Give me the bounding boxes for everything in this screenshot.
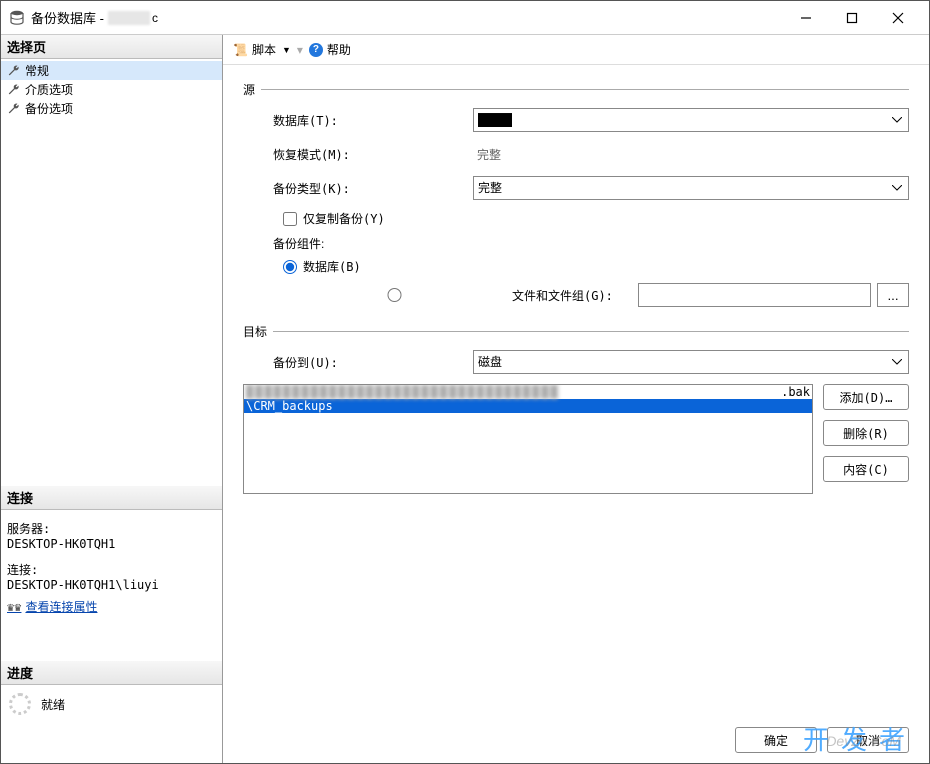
remove-button[interactable]: 删除(R) [823, 420, 909, 446]
radio-database[interactable] [283, 260, 297, 274]
radio-files[interactable] [283, 288, 506, 302]
radio-database-row[interactable]: 数据库(B) [283, 258, 909, 275]
title-suffix: c [152, 11, 158, 25]
progress-header: 进度 [1, 661, 222, 685]
radio-files-label: 文件和文件组(G): [512, 287, 632, 304]
conn-label: 连接: [7, 561, 216, 578]
wrench-icon [7, 83, 21, 97]
main-panel: 📜 脚本 ▾ ? 帮助 源 数据库(T): ████ [223, 35, 929, 763]
backup-dialog: 备份数据库 - c 选择页 常规 介质选项 备份选项 [0, 0, 930, 764]
script-icon: 📜 [233, 43, 248, 57]
component-label: 备份组件: [273, 235, 909, 252]
view-connection-props-link[interactable]: ♛♛ 查看连接属性 [7, 598, 216, 615]
copy-only-checkbox-row[interactable]: 仅复制备份(Y) [283, 210, 909, 227]
script-label: 脚本 [252, 41, 276, 58]
nav-label: 常规 [25, 62, 49, 79]
backup-to-label: 备份到(U): [273, 354, 473, 371]
minimize-button[interactable] [783, 3, 829, 33]
contents-button[interactable]: 内容(C) [823, 456, 909, 482]
backup-type-select[interactable]: 完整 [473, 176, 909, 200]
connection-header: 连接 [1, 486, 222, 510]
source-group: 源 数据库(T): ████ 恢复模式(M): 完整 备份类型(K): 完整 [243, 81, 909, 307]
script-dropdown[interactable]: 📜 脚本 [233, 41, 291, 58]
toolbar: 📜 脚本 ▾ ? 帮助 [223, 35, 929, 65]
backup-type-label: 备份类型(K): [273, 180, 473, 197]
nav-label: 介质选项 [25, 81, 73, 98]
recovery-label: 恢复模式(M): [273, 146, 473, 163]
select-page-header: 选择页 [1, 35, 222, 59]
window-title: 备份数据库 - [31, 8, 104, 27]
destination-group: 目标 备份到(U): 磁盘 ██████████████████████████… [243, 323, 909, 494]
dialog-body: 选择页 常规 介质选项 备份选项 连接 服务器: DESKTOP- [1, 35, 929, 763]
nav-label: 备份选项 [25, 100, 73, 117]
recovery-value: 完整 [473, 146, 909, 163]
database-select[interactable]: ████ [473, 108, 909, 132]
server-label: 服务器: [7, 520, 216, 537]
ok-button[interactable]: 确定 [735, 727, 817, 753]
progress-status: 就绪 [41, 696, 65, 713]
server-value: DESKTOP-HK0TQH1 [7, 537, 216, 551]
maximize-button[interactable] [829, 3, 875, 33]
nav-item-general[interactable]: 常规 [1, 61, 222, 80]
destination-listbox[interactable]: ██████████████████████████████████.bak \… [243, 384, 813, 494]
conn-value: DESKTOP-HK0TQH1\liuyi [7, 578, 216, 592]
people-icon: ♛♛ [7, 600, 21, 614]
add-button[interactable]: 添加(D)… [823, 384, 909, 410]
radio-db-label: 数据库(B) [303, 258, 361, 275]
sidebar: 选择页 常规 介质选项 备份选项 连接 服务器: DESKTOP- [1, 35, 223, 763]
cancel-button[interactable]: 取消 [827, 727, 909, 753]
database-icon [9, 10, 25, 26]
list-item[interactable]: \CRM_backups [244, 399, 812, 413]
dest-group-label: 目标 [243, 323, 267, 340]
backup-to-select[interactable]: 磁盘 [473, 350, 909, 374]
progress-section: 就绪 [1, 685, 222, 723]
title-redacted [108, 11, 150, 25]
connection-section: 服务器: DESKTOP-HK0TQH1 连接: DESKTOP-HK0TQH1… [1, 510, 222, 621]
footer: 确定 取消 开发者 DevZe.CoM [223, 717, 929, 763]
nav-item-media[interactable]: 介质选项 [1, 80, 222, 99]
titlebar: 备份数据库 - c [1, 1, 929, 35]
page-nav-list: 常规 介质选项 备份选项 [1, 59, 222, 120]
copy-only-label: 仅复制备份(Y) [303, 210, 385, 227]
help-icon: ? [309, 43, 323, 57]
filegroups-browse-button[interactable]: ... [877, 283, 909, 307]
nav-item-backup-options[interactable]: 备份选项 [1, 99, 222, 118]
help-label: 帮助 [327, 41, 351, 58]
database-label: 数据库(T): [273, 112, 473, 129]
wrench-icon [7, 64, 21, 78]
copy-only-checkbox[interactable] [283, 212, 297, 226]
content-area: 源 数据库(T): ████ 恢复模式(M): 完整 备份类型(K): 完整 [223, 65, 929, 717]
list-item[interactable]: ██████████████████████████████████.bak [244, 385, 812, 399]
link-label: 查看连接属性 [25, 598, 97, 615]
help-button[interactable]: ? 帮助 [309, 41, 351, 58]
wrench-icon [7, 102, 21, 116]
source-group-label: 源 [243, 81, 255, 98]
filegroups-input[interactable] [638, 283, 871, 307]
close-button[interactable] [875, 3, 921, 33]
spinner-icon [9, 693, 31, 715]
